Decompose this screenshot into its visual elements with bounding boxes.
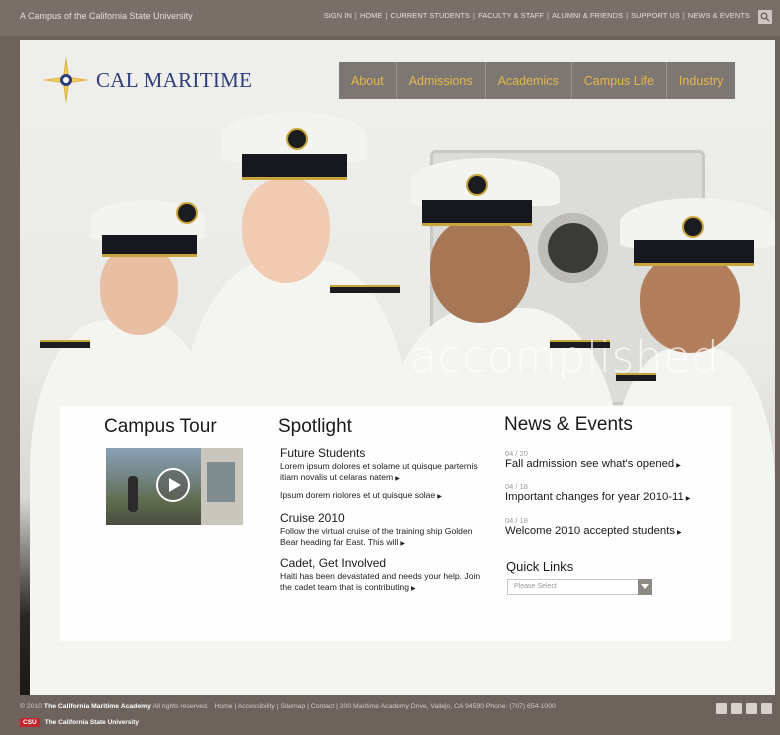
compass-rose-icon (42, 56, 90, 104)
spotlight-item: Cruise 2010 Follow the virtual cruise of… (280, 511, 490, 550)
utility-bar: A Campus of the California State Univers… (0, 0, 780, 36)
content-panel: Campus Tour Spotlight Future Students Lo… (60, 406, 731, 641)
play-icon (169, 478, 181, 492)
utility-link-support-us[interactable]: SUPPORT US (631, 11, 680, 20)
news-item: 04 / 18 Important changes for year 2010-… (505, 482, 725, 503)
social-links (716, 703, 772, 714)
flickr-icon[interactable] (746, 703, 757, 714)
spotlight-item-title[interactable]: Future Students (280, 446, 490, 460)
utility-link-faculty-staff[interactable]: FACULTY & STAFF (478, 11, 544, 20)
news-link[interactable]: Important changes for year 2010-11 ▶ (505, 491, 725, 503)
search-button[interactable] (758, 10, 772, 24)
campus-tour-title: Campus Tour (104, 416, 217, 437)
footer-address: 200 Maritime Academy Drive, Vallejo, CA … (339, 703, 556, 710)
news-item: 04 / 18 Welcome 2010 accepted students ▶ (505, 516, 725, 537)
news-item: 04 / 20 Fall admission see what's opened… (505, 449, 725, 470)
nav-item-admissions[interactable]: Admissions (397, 62, 486, 99)
quick-links-placeholder: Please Select (514, 583, 557, 590)
dropdown-button[interactable] (638, 579, 652, 595)
spotlight-item-title[interactable]: Cadet, Get Involved (280, 556, 490, 570)
utility-link-current-students[interactable]: CURRENT STUDENTS (391, 11, 470, 20)
news-date: 04 / 18 (505, 516, 528, 525)
spotlight-title: Spotlight (278, 416, 352, 437)
utility-link-home[interactable]: HOME (360, 11, 383, 20)
spotlight-item: Cadet, Get Involved Haiti has been devas… (280, 556, 490, 595)
spotlight-item-body[interactable]: Lorem ipsum dolores et solame ut quisque… (280, 461, 490, 485)
chevron-down-icon (641, 584, 649, 589)
footer-link-accessibility[interactable]: Accessibility (238, 703, 275, 710)
csu-mark: CSU (20, 718, 40, 727)
nav-item-academics[interactable]: Academics (486, 62, 572, 99)
news-events-title: News & Events (504, 414, 633, 435)
csu-logo[interactable]: CSU The California State University (20, 718, 139, 727)
nav-item-industry[interactable]: Industry (667, 62, 735, 99)
spotlight-item: Future Students Lorem ipsum dolores et s… (280, 446, 490, 485)
utility-link-news-events[interactable]: NEWS & EVENTS (688, 11, 750, 20)
footer-org-name: The California Maritime Academy (43, 703, 151, 710)
site-logo[interactable]: CAL MARITIME (40, 54, 252, 106)
utility-link-alumni-friends[interactable]: ALUMNI & FRIENDS (552, 11, 623, 20)
footer: © 2010 The California Maritime Academy A… (0, 697, 780, 735)
footer-link-sitemap[interactable]: Sitemap (280, 703, 305, 710)
quick-links-select[interactable]: Please Select (507, 579, 652, 595)
logo-wordmark: CAL MARITIME (96, 67, 253, 92)
quick-links-title: Quick Links (506, 559, 574, 574)
rss-icon[interactable] (761, 703, 772, 714)
utility-nav: SIGN IN | HOME | CURRENT STUDENTS | FACULTY & … (323, 11, 750, 20)
play-button[interactable] (156, 468, 190, 502)
spotlight-item-body[interactable]: Follow the virtual cruise of the trainin… (280, 526, 490, 550)
news-link[interactable]: Fall admission see what's opened ▶ (505, 458, 725, 470)
spotlight-item-body[interactable]: Haiti has been devastated and needs your… (280, 571, 490, 595)
search-icon (760, 12, 770, 22)
utility-link-sign-in[interactable]: SIGN IN (324, 11, 352, 20)
news-date: 04 / 20 (505, 449, 528, 458)
nav-item-campus-life[interactable]: Campus Life (572, 62, 667, 99)
footer-link-home[interactable]: Home (214, 703, 232, 710)
campus-tagline: A Campus of the California State Univers… (20, 11, 193, 21)
hero-tagline: accomplished (410, 332, 720, 383)
nav-item-about[interactable]: About (339, 62, 397, 99)
spotlight-item-body[interactable]: Ipsum dorem riolores et ut quisque solae… (280, 490, 490, 503)
campus-tour-video[interactable] (106, 448, 243, 525)
spotlight-item-title[interactable]: Cruise 2010 (280, 511, 490, 525)
csu-name: The California State University (44, 719, 140, 726)
twitter-icon[interactable] (716, 703, 727, 714)
spotlight-item: Ipsum dorem riolores et ut quisque solae… (280, 490, 490, 503)
main-nav: About Admissions Academics Campus Life I… (339, 62, 736, 99)
news-date: 04 / 18 (505, 482, 528, 491)
facebook-icon[interactable] (731, 703, 742, 714)
footer-info: © 2010 The California Maritime Academy A… (20, 703, 556, 710)
footer-link-contact[interactable]: Contact (311, 703, 334, 710)
news-link[interactable]: Welcome 2010 accepted students ▶ (505, 525, 725, 537)
